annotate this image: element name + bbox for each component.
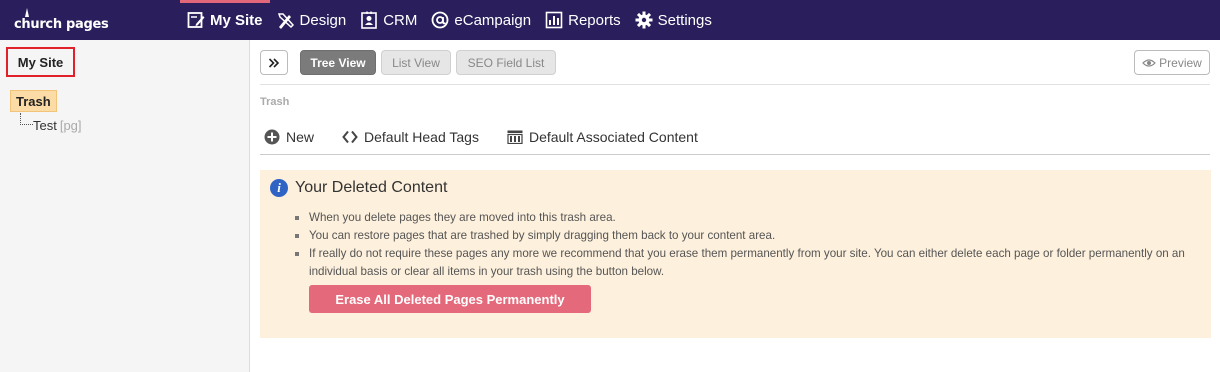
notice-item: When you delete pages they are moved int… [295,209,1199,227]
plus-circle-icon [264,129,280,145]
nav-label: eCampaign [454,11,532,29]
gear-icon [635,11,653,29]
nav-item-reports[interactable]: Reports [538,0,628,40]
at-sign-icon [431,11,449,29]
default-head-tags-button[interactable]: Default Head Tags [342,129,479,145]
eye-icon [1142,58,1157,67]
sidebar-title-highlight[interactable]: My Site [6,47,75,77]
nav-label: CRM [383,11,418,29]
spire-icon [25,8,29,17]
seo-field-list-button[interactable]: SEO Field List [456,50,556,75]
notice-title: Your Deleted Content [295,179,448,196]
default-associated-content-button[interactable]: Default Associated Content [507,129,698,145]
logo-text: church pages [14,17,109,32]
main-nav: My Site Design CRM eCampaign Reports Set… [180,0,719,40]
top-nav-bar: church pages My Site Design CRM eCampaig… [0,0,1220,40]
tree-node-test[interactable]: Test [pg] [33,118,82,133]
double-chevron-right-icon [268,57,280,68]
nav-item-settings[interactable]: Settings [628,0,719,40]
preview-button[interactable]: Preview [1134,50,1210,75]
info-icon: i [270,179,288,197]
action-label: Default Associated Content [528,129,698,145]
notice-item: If really do not require these pages any… [295,245,1199,281]
breadcrumb: Trash [260,96,290,108]
church-pages-logo[interactable]: church pages [14,8,124,34]
bar-chart-icon [545,11,563,29]
design-tools-icon [277,13,294,29]
main-content: Tree View List View SEO Field List Previ… [250,40,1220,372]
tree-node-trash[interactable]: Trash [10,90,57,112]
deleted-content-notice: i Your Deleted Content When you delete p… [260,170,1211,338]
divider [260,84,1210,85]
site-tree-sidebar: My Site Trash Test [pg] [0,40,250,372]
preview-label: Preview [1159,55,1202,70]
edit-page-icon [187,12,205,28]
expand-sidebar-button[interactable] [260,50,288,75]
action-bar: New Default Head Tags Default Associated… [264,129,726,145]
list-view-button[interactable]: List View [381,50,451,75]
tree-connector [20,113,33,125]
tree-node-label: Test [33,118,57,133]
notice-item: You can restore pages that are trashed b… [295,227,1199,245]
nav-label: Reports [568,11,621,29]
nav-item-design[interactable]: Design [270,0,354,40]
action-label: Default Head Tags [364,129,479,145]
new-button[interactable]: New [264,129,314,145]
nav-item-crm[interactable]: CRM [353,0,424,40]
nav-label: Settings [657,11,712,29]
code-brackets-icon [342,130,358,144]
action-label: New [286,129,315,145]
nav-item-my-site[interactable]: My Site [180,0,270,40]
notice-list: When you delete pages they are moved int… [295,209,1199,281]
page-type-tag: [pg] [59,118,82,133]
tree-view-button[interactable]: Tree View [300,50,376,75]
erase-all-button[interactable]: Erase All Deleted Pages Permanently [309,285,591,313]
sidebar-title: My Site [17,54,64,70]
divider [260,154,1210,155]
columns-icon [507,130,523,144]
nav-label: Design [299,11,347,29]
contact-card-icon [361,11,378,29]
nav-item-ecampaign[interactable]: eCampaign [424,0,538,40]
nav-label: My Site [210,11,263,29]
notice-heading: i Your Deleted Content [270,179,447,197]
